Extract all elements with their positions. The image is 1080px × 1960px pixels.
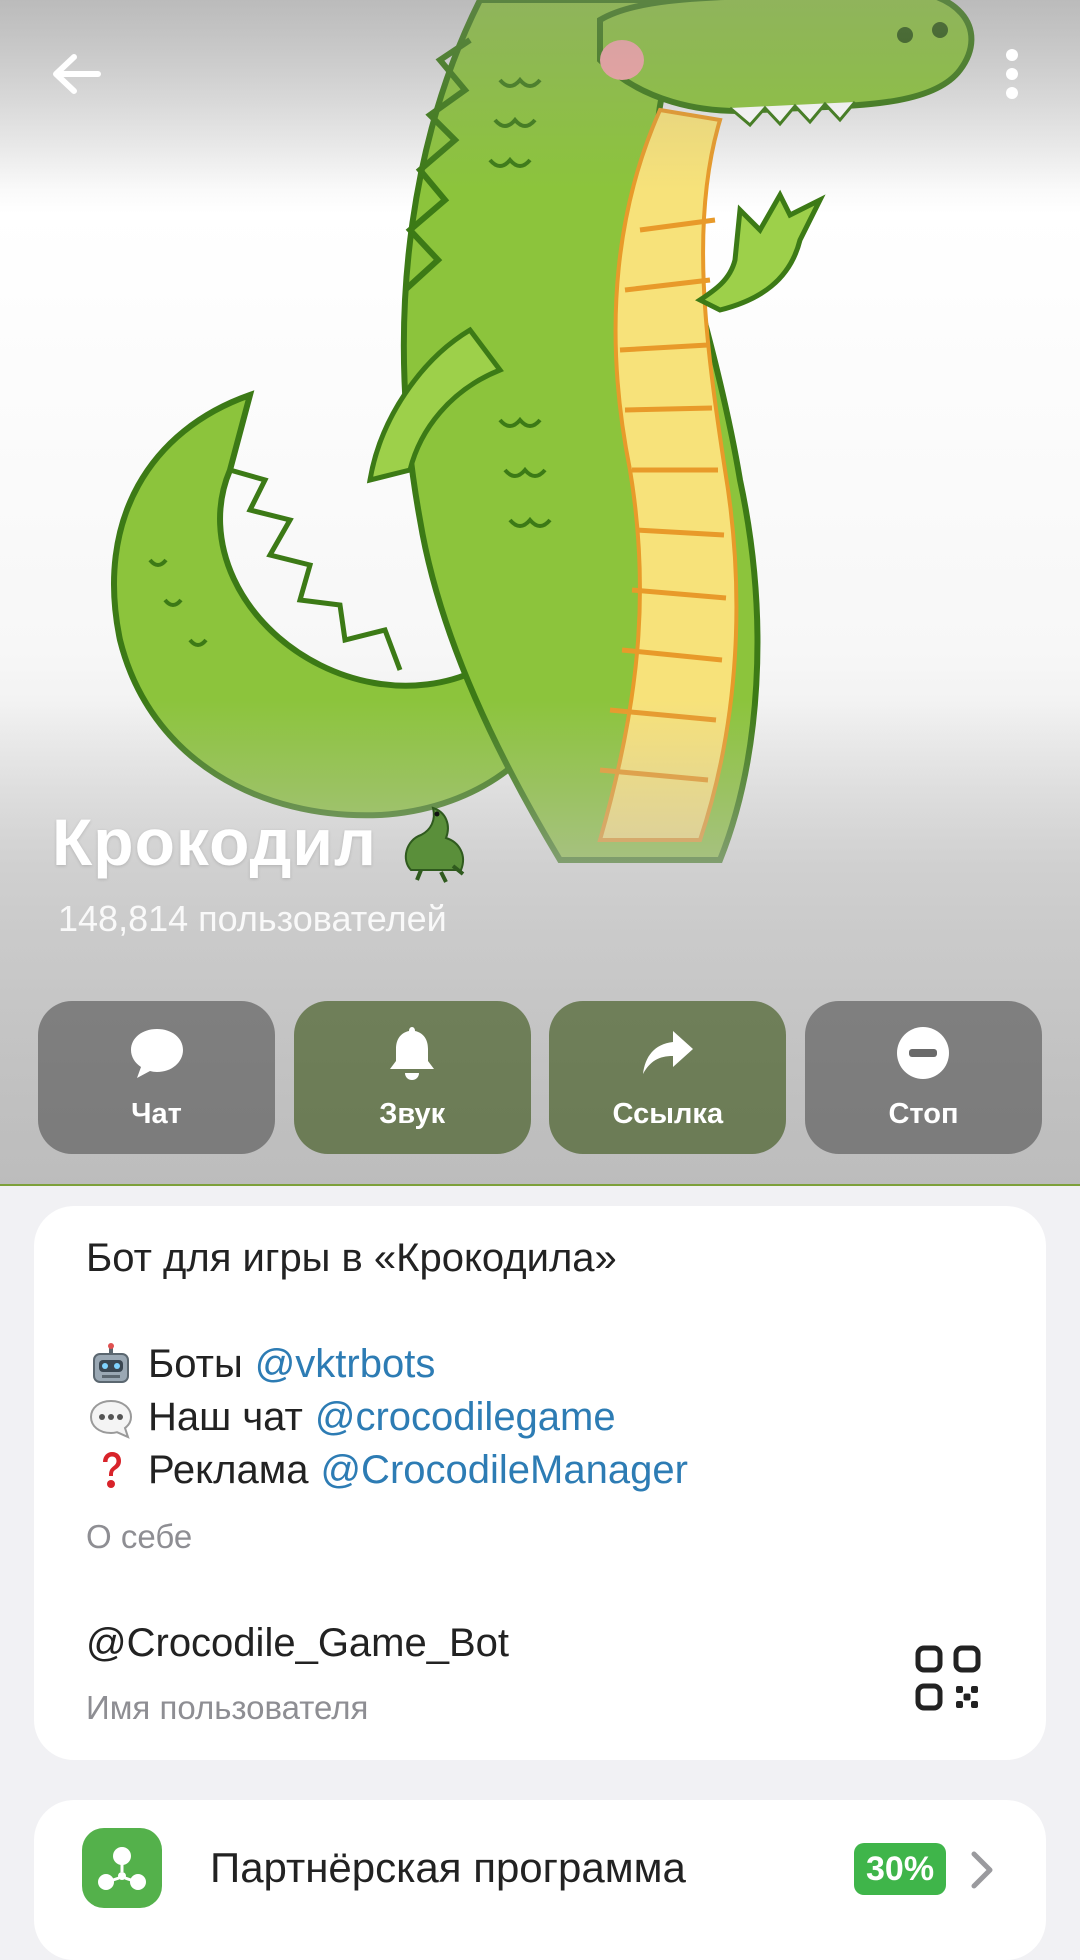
about-line-ads: Реклама @CrocodileManager (86, 1444, 688, 1497)
about-line-bots-text: Боты (148, 1342, 243, 1386)
chevron-right-icon (971, 1851, 993, 1889)
crocodilemanager-link[interactable]: @CrocodileManager (320, 1448, 687, 1493)
sound-button[interactable]: Звук (293, 1001, 531, 1154)
affiliate-network-icon (82, 1828, 162, 1908)
profile-name: Крокодил (52, 805, 377, 879)
action-buttons: Чат Звук Ссылка Стоп (38, 1001, 1042, 1154)
share-arrow-icon (642, 1031, 693, 1074)
crocodilegame-link[interactable]: @crocodilegame (315, 1395, 616, 1440)
chat-button-label: Чат (131, 1098, 182, 1130)
hero-bottom-divider (0, 1184, 1080, 1186)
stop-button-label: Стоп (888, 1098, 959, 1130)
about-title: Бот для игры в «Крокодила» (86, 1236, 617, 1280)
link-button-label: Ссылка (612, 1098, 724, 1130)
chat-bubble-icon (130, 1029, 183, 1078)
about-line-chat-text: Наш чат (148, 1395, 303, 1439)
username-value[interactable]: @Crocodile_Game_Bot (86, 1621, 509, 1666)
qr-code-icon[interactable] (912, 1642, 984, 1714)
bell-icon (390, 1027, 435, 1080)
vktrbots-link[interactable]: @vktrbots (255, 1342, 436, 1387)
link-button[interactable]: Ссылка (549, 1001, 787, 1154)
sound-button-label: Звук (379, 1098, 446, 1130)
affiliate-glyph (98, 1847, 146, 1890)
username-caption: Имя пользователя (86, 1689, 369, 1726)
back-button[interactable] (36, 34, 116, 114)
chat-button[interactable]: Чат (38, 1001, 275, 1154)
partner-program-label: Партнёрская программа (210, 1844, 686, 1891)
profile-title-row: Крокодил (52, 800, 475, 884)
about-line-bots: Боты @vktrbots (86, 1338, 688, 1391)
red-question-mark-emoji (103, 1451, 121, 1488)
about-caption: О себе (86, 1518, 193, 1555)
speech-bubble-emoji (89, 1399, 133, 1439)
dots-vertical-icon (1006, 49, 1018, 99)
partner-percent-badge: 30% (854, 1843, 947, 1895)
crocodile-emoji (404, 806, 465, 883)
subscriber-count: 148,814 пользователей (58, 898, 447, 939)
about-lines: Боты @vktrbots Наш чат @crocodilegame Ре… (86, 1338, 688, 1497)
stop-button[interactable]: Стоп (804, 1001, 1042, 1154)
partner-program-row[interactable]: Партнёрская программа 30% (34, 1800, 1046, 1960)
about-line-ads-text: Реклама (148, 1448, 309, 1492)
arrow-left-icon (53, 54, 101, 94)
stop-circle-icon (897, 1027, 950, 1079)
about-line-chat: Наш чат @crocodilegame (86, 1391, 688, 1444)
more-options-button[interactable] (972, 34, 1052, 114)
profile-header: Крокодил 148,814 пользователей Чат Звук … (0, 0, 1080, 1186)
robot-emoji (93, 1342, 129, 1383)
profile-info-card: Бот для игры в «Крокодила» Боты @vktrbot… (34, 1206, 1046, 1760)
hero-top-gradient (0, 0, 1080, 190)
